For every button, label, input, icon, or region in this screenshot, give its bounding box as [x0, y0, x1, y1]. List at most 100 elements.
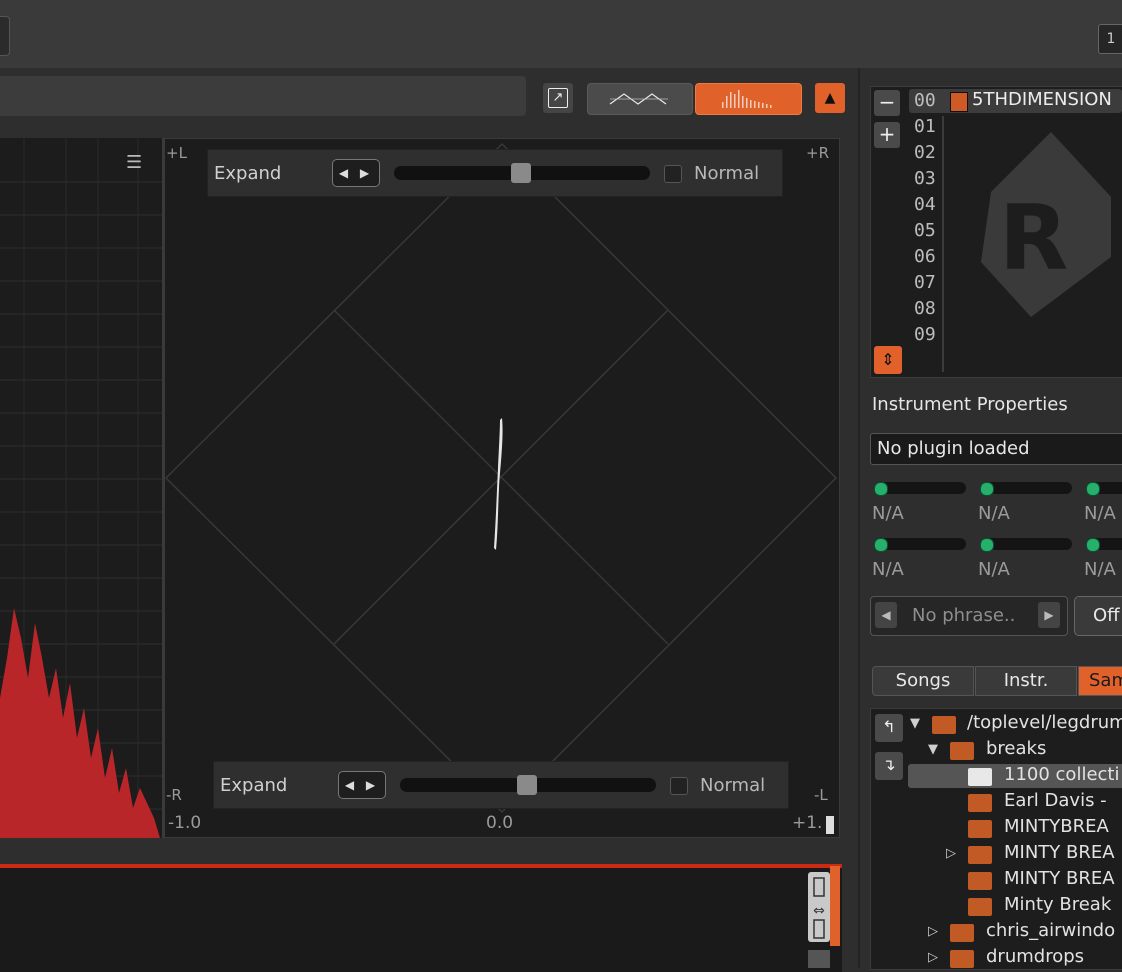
scope-title-bar [0, 76, 526, 116]
zoom-fit-icon: ⇔ [813, 877, 825, 939]
waveform-wave-icon [609, 93, 668, 105]
tree-item[interactable]: 1100 collecti [1004, 764, 1119, 785]
folder-icon [968, 846, 992, 864]
tree-item[interactable]: chris_airwindo [986, 920, 1115, 941]
instrument-number[interactable]: 07 [914, 272, 936, 293]
collapsed-triangle-icon[interactable]: ▷ [928, 924, 938, 939]
remove-instrument-button[interactable]: − [874, 90, 900, 116]
phrase-mode-button[interactable]: Off [1074, 596, 1122, 636]
svg-text:⇔: ⇔ [813, 903, 825, 919]
instrument-list: R [870, 86, 1122, 378]
tree-item[interactable]: /toplevel/legdrum [967, 712, 1122, 733]
expanded-triangle-icon[interactable]: ▼ [910, 716, 920, 731]
collapse-button[interactable]: ▲ [815, 83, 845, 113]
instrument-number[interactable]: 09 [914, 324, 936, 345]
bottom-expand-slider-thumb[interactable] [517, 775, 537, 795]
tab-samples[interactable]: Sam [1078, 666, 1122, 696]
toolbar-button[interactable] [0, 16, 10, 56]
instrument-properties-title: Instrument Properties [872, 394, 1068, 415]
tree-item[interactable]: drumdrops [986, 946, 1084, 967]
instrument-number[interactable]: 05 [914, 220, 936, 241]
instrument-number[interactable]: 03 [914, 168, 936, 189]
scope-corner-bottom-right: -L [814, 786, 828, 804]
expanded-triangle-icon[interactable]: ▼ [928, 742, 938, 757]
zoom-control[interactable]: ⇔ [808, 872, 830, 942]
collapsed-triangle-icon[interactable]: ▷ [946, 846, 956, 861]
top-expand-arrows[interactable]: ◀ ▶ [332, 159, 380, 187]
phrase-value: No phrase.. [912, 605, 1016, 626]
top-expand-label: Expand [214, 163, 282, 184]
folder-icon [932, 716, 956, 734]
enter-folder-button[interactable]: ↴ [875, 752, 903, 780]
scope-graph [163, 137, 841, 839]
resize-vertical-icon: ⇕ [881, 350, 895, 369]
folder-icon [968, 794, 992, 812]
bottom-expand-label: Expand [220, 775, 288, 796]
bottom-expand-arrows[interactable]: ◀ ▶ [338, 771, 386, 799]
x-axis-max-label: +1. [792, 813, 823, 833]
x-axis-mid-label: 0.0 [486, 813, 514, 833]
macro-slider-handle[interactable] [980, 538, 994, 552]
phrase-next-button[interactable]: ▶ [1038, 602, 1060, 628]
toolbar-toggle-button[interactable]: 1 [1098, 24, 1122, 54]
tree-item[interactable]: MINTY BREA [1004, 868, 1115, 889]
renoise-logo: R [981, 132, 1111, 317]
plugin-select-value: No plugin loaded [877, 438, 1030, 459]
vertical-scrollbar[interactable] [808, 950, 830, 968]
top-expand-slider-thumb[interactable] [511, 163, 531, 183]
add-instrument-button[interactable]: + [874, 122, 900, 148]
stereo-scope [163, 137, 841, 839]
macro-slider-handle[interactable] [980, 482, 994, 496]
menu-icon[interactable]: ☰ [126, 152, 142, 173]
macro-label: N/A [978, 559, 1010, 580]
instrument-number[interactable]: 06 [914, 246, 936, 267]
folder-up-icon: ↰ [882, 717, 896, 736]
triangle-up-icon: ▲ [824, 90, 836, 106]
spectrum-graph [0, 138, 162, 838]
svg-text:R: R [999, 186, 1068, 291]
macro-slider-handle[interactable] [1086, 482, 1100, 496]
instrument-number[interactable]: 04 [914, 194, 936, 215]
phrase-mode-label: Off [1093, 605, 1120, 626]
detach-button[interactable]: ↗ [543, 83, 573, 113]
tree-item[interactable]: Minty Break [1004, 894, 1111, 915]
tree-item[interactable]: MINTYBREA [1004, 816, 1109, 837]
tree-item[interactable]: MINTY BREA [1004, 842, 1115, 863]
instrument-number[interactable]: 00 [914, 90, 936, 111]
folder-icon [968, 872, 992, 890]
folder-icon [968, 820, 992, 838]
plugin-select[interactable]: No plugin loaded [870, 433, 1122, 465]
scope-scroll-handle[interactable] [826, 816, 834, 834]
top-normal-checkbox[interactable] [664, 165, 682, 183]
phrase-prev-button[interactable]: ◀ [875, 602, 897, 628]
sample-editor-panel [0, 864, 842, 972]
instrument-number[interactable]: 01 [914, 116, 936, 137]
folder-icon [950, 924, 974, 942]
scope-corner-top-left: +L [166, 144, 187, 162]
instrument-number[interactable]: 08 [914, 298, 936, 319]
macro-label: N/A [872, 503, 904, 524]
macro-label: N/A [872, 559, 904, 580]
spectrum-mode-button[interactable] [695, 83, 802, 115]
tree-item[interactable]: breaks [986, 738, 1046, 759]
folder-icon [950, 950, 974, 968]
macro-label: N/A [1084, 559, 1116, 580]
tree-item[interactable]: Earl Davis - [1004, 790, 1107, 811]
expand-instrument-list-button[interactable]: ⇕ [874, 346, 902, 374]
macro-slider-handle[interactable] [1086, 538, 1100, 552]
bottom-normal-checkbox[interactable] [670, 777, 688, 795]
tab-instruments[interactable]: Instr. [975, 666, 1077, 696]
instrument-number[interactable]: 02 [914, 142, 936, 163]
parent-folder-button[interactable]: ↰ [875, 714, 903, 742]
folder-icon [950, 742, 974, 760]
tab-songs[interactable]: Songs [872, 666, 974, 696]
instrument-name[interactable]: 5THDIMENSION [972, 89, 1112, 110]
panel-accent-strip [830, 866, 840, 946]
scope-mode-button[interactable] [587, 83, 693, 115]
macro-slider-handle[interactable] [874, 538, 888, 552]
collapsed-triangle-icon[interactable]: ▷ [928, 950, 938, 965]
detach-icon: ↗ [548, 88, 568, 108]
spectrum-analyzer [0, 138, 164, 838]
macro-slider-handle[interactable] [874, 482, 888, 496]
scope-corner-bottom-left: -R [166, 786, 182, 804]
